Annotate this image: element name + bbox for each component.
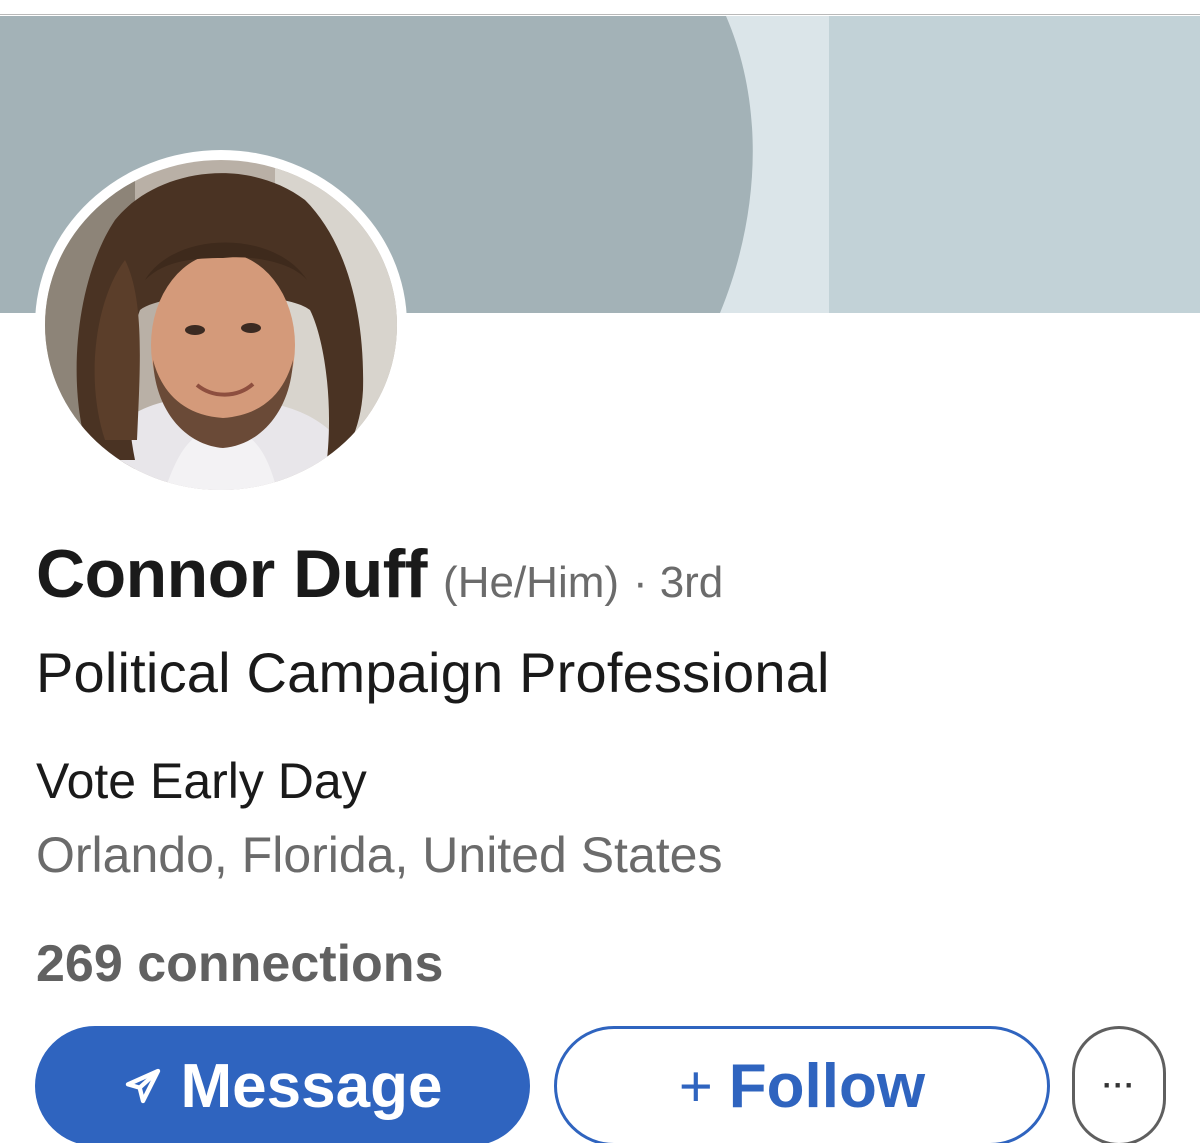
profile-photo[interactable] xyxy=(35,150,407,500)
follow-button[interactable]: + Follow xyxy=(554,1026,1050,1143)
top-divider xyxy=(0,0,1200,15)
profile-photo-image xyxy=(45,160,397,490)
follow-label: Follow xyxy=(728,1051,926,1121)
separator-dot: · xyxy=(633,558,648,607)
message-button[interactable]: Message xyxy=(35,1026,530,1143)
profile-page: Connor Duff (He/Him) · 3rd Political Cam… xyxy=(0,0,1200,1143)
plus-icon: + xyxy=(678,1053,713,1119)
send-icon xyxy=(125,1068,160,1104)
current-company[interactable]: Vote Early Day xyxy=(36,752,367,810)
name-row: Connor Duff (He/Him) · 3rd xyxy=(36,535,723,613)
profile-name: Connor Duff xyxy=(36,536,428,612)
connection-degree: 3rd xyxy=(659,558,724,607)
more-button[interactable]: ··· xyxy=(1072,1026,1166,1143)
profile-headline: Political Campaign Professional xyxy=(36,641,830,704)
profile-location: Orlando, Florida, United States xyxy=(36,827,723,883)
connections-count[interactable]: 269 connections xyxy=(36,934,443,994)
more-icon: ··· xyxy=(1102,1069,1136,1102)
message-label: Message xyxy=(180,1051,443,1121)
pronouns: (He/Him) xyxy=(443,558,620,607)
